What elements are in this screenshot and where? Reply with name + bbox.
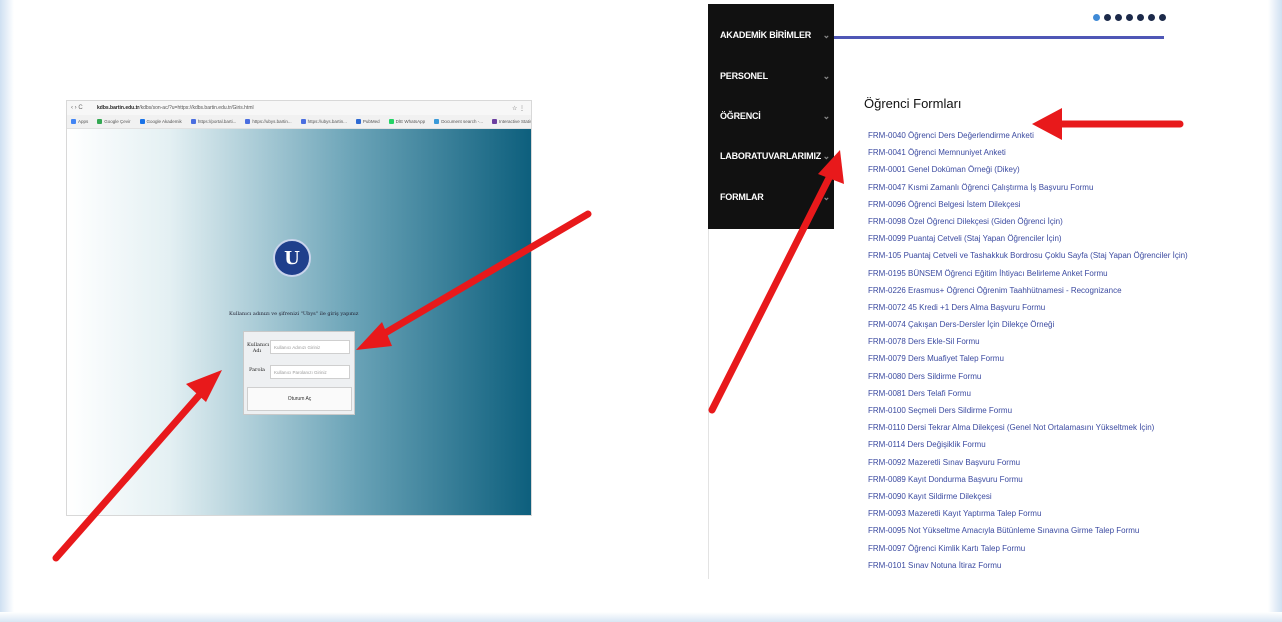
arrow-icon <box>52 388 206 562</box>
arrow-icon <box>376 210 592 340</box>
arrow-icon <box>818 150 844 184</box>
arrow-icon <box>708 172 834 414</box>
arrow-icon <box>186 370 222 402</box>
arrow-icon <box>356 322 392 350</box>
annotation-arrows <box>52 108 1184 562</box>
arrow-icon <box>1032 108 1062 140</box>
